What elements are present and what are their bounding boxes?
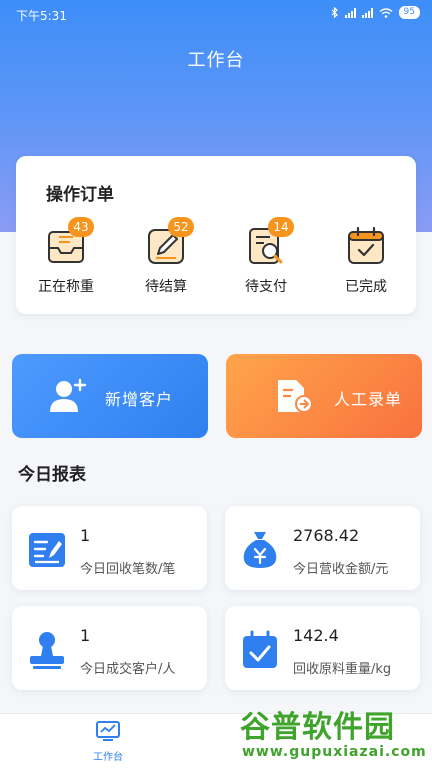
report-card-revenue[interactable]: 2768.42 今日营收金额/元 — [225, 506, 420, 590]
stamp-icon — [30, 632, 64, 669]
tab-workbench[interactable]: 工作台 — [84, 720, 132, 763]
order-item-weighing[interactable]: 43 正在称重 — [26, 217, 106, 296]
add-customer-label: 新增客户 — [105, 390, 174, 409]
order-label-weighing: 正在称重 — [38, 279, 94, 295]
status-icons: 95 — [331, 6, 420, 19]
calendar-check-icon — [348, 226, 384, 264]
manual-entry-button[interactable]: 人工录单 — [226, 354, 422, 438]
status-time: 下午5:31 — [16, 9, 67, 23]
add-user-icon — [50, 378, 87, 412]
wifi-icon — [379, 7, 392, 18]
badge-payment: 14 — [268, 217, 294, 237]
badge-weighing: 43 — [68, 217, 94, 237]
order-label-settle: 待结算 — [145, 279, 187, 295]
watermark-url: www.gupuxiazai.com — [242, 744, 427, 760]
orders-heading: 操作订单 — [46, 185, 114, 205]
order-item-settle[interactable]: 52 待结算 — [126, 217, 206, 296]
manual-document-icon — [278, 380, 313, 413]
report-value-revenue: 2768.42 — [293, 526, 360, 545]
badge-settle: 52 — [168, 217, 194, 237]
signal-icon — [344, 7, 356, 18]
status-bar: 下午5:31 95 — [0, 0, 432, 28]
bluetooth-icon — [331, 7, 338, 18]
manual-entry-label: 人工录单 — [334, 390, 403, 409]
order-operations-card: 操作订单 43 正在称重 52 待结算 14 待支付 已完成 — [16, 156, 416, 314]
battery-icon: 95 — [398, 6, 420, 19]
order-item-payment[interactable]: 14 待支付 — [226, 217, 306, 296]
signal-2-icon — [361, 7, 373, 18]
money-bag-icon — [243, 532, 277, 568]
order-label-completed: 已完成 — [345, 279, 387, 295]
report-value-count: 1 — [80, 526, 91, 545]
watermark-brand: 谷普软件园 — [240, 710, 395, 745]
tab-workbench-label: 工作台 — [93, 752, 123, 763]
report-heading: 今日报表 — [18, 465, 86, 485]
report-value-customers: 1 — [80, 626, 91, 645]
report-label-count: 今日回收笔数/笔 — [80, 562, 176, 577]
order-label-payment: 待支付 — [245, 279, 287, 295]
calendar-check-icon — [243, 630, 277, 668]
report-label-weight: 回收原料重量/kg — [293, 662, 392, 677]
watermark: 谷普软件园 www.gupuxiazai.com — [236, 700, 432, 768]
edit-list-icon — [29, 533, 65, 567]
order-item-completed[interactable]: 已完成 — [326, 226, 406, 296]
page-title: 工作台 — [187, 50, 245, 71]
report-label-revenue: 今日营收金额/元 — [293, 562, 389, 577]
report-label-customers: 今日成交客户/人 — [80, 662, 176, 677]
report-card-customers[interactable]: 1 今日成交客户/人 — [12, 606, 207, 690]
report-card-weight[interactable]: 142.4 回收原料重量/kg — [225, 606, 420, 690]
monitor-chart-icon — [96, 721, 120, 741]
add-customer-button[interactable]: 新增客户 — [12, 354, 208, 438]
report-value-weight: 142.4 — [293, 626, 339, 645]
report-card-count[interactable]: 1 今日回收笔数/笔 — [12, 506, 207, 590]
